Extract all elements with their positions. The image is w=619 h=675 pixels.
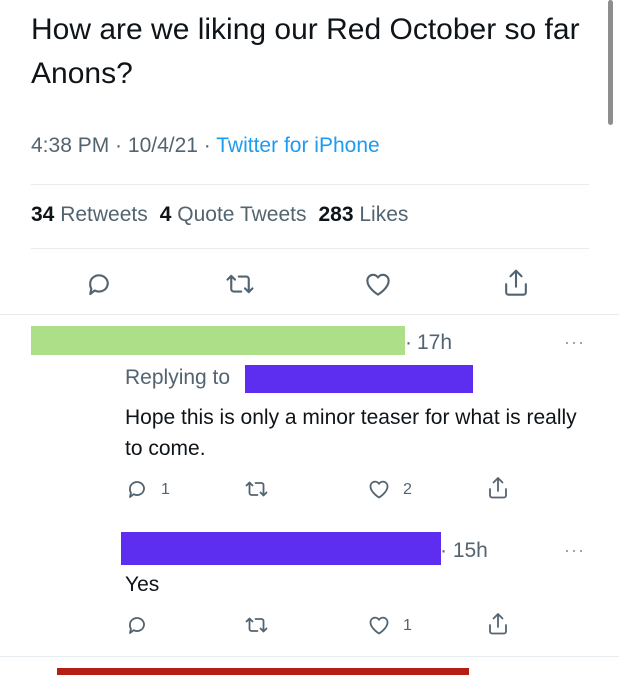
quotes-count: 4 <box>159 203 172 226</box>
reply-icon <box>125 477 149 501</box>
like-icon <box>366 613 392 637</box>
time-separator: · <box>405 331 412 354</box>
share-button[interactable] <box>501 267 531 299</box>
reply-timestamp: · 15h <box>440 539 488 562</box>
retweet-icon <box>223 269 257 299</box>
like-count: 2 <box>403 481 412 498</box>
retweet-button[interactable] <box>243 613 270 637</box>
tweet-date[interactable]: 10/4/21 <box>128 134 198 157</box>
reply-count: 1 <box>161 481 170 498</box>
likes-stat[interactable]: 283 Likes <box>318 203 408 226</box>
reply-time: · 17h <box>405 331 452 355</box>
like-button[interactable] <box>366 477 392 501</box>
tweet-meta: 4:38 PM · 10/4/21 · Twitter for iPhone <box>31 134 380 158</box>
replying-to-label: Replying to <box>125 366 231 389</box>
more-options-button[interactable]: ··· <box>564 540 585 561</box>
tweet-stats: 34 Retweets 4 Quote Tweets 283 Likes <box>31 203 408 227</box>
reply-text: Yes <box>125 573 160 596</box>
divider <box>0 656 619 657</box>
divider <box>31 184 589 185</box>
like-button[interactable] <box>362 269 394 299</box>
retweets-stat[interactable]: 34 Retweets <box>31 203 148 226</box>
share-button[interactable] <box>486 611 510 637</box>
like-icon <box>366 477 392 501</box>
like-icon <box>362 269 394 299</box>
retweets-label: Retweets <box>60 203 148 226</box>
tweet-source-link[interactable]: Twitter for iPhone <box>216 134 379 157</box>
more-icon: ··· <box>564 540 585 560</box>
meta-separator: · <box>109 134 128 157</box>
like-button[interactable] <box>366 613 392 637</box>
redacted-mention <box>245 365 473 393</box>
reply-icon <box>84 269 114 299</box>
share-icon <box>501 267 531 299</box>
quotes-label: Quote Tweets <box>177 203 307 226</box>
divider <box>0 314 619 315</box>
retweet-icon <box>243 613 270 637</box>
likes-label: Likes <box>359 203 409 226</box>
tweet-text: How are we liking our Red October so far… <box>31 13 580 90</box>
reply-button[interactable] <box>84 269 114 299</box>
retweets-count: 34 <box>31 203 55 226</box>
retweet-icon <box>243 477 270 501</box>
like-count: 1 <box>403 617 412 634</box>
meta-separator: · <box>197 134 217 157</box>
more-icon: ··· <box>564 332 585 352</box>
redacted-username <box>31 326 405 355</box>
reply-icon <box>125 613 149 637</box>
tweet-time[interactable]: 4:38 PM <box>31 134 109 157</box>
redacted-username <box>121 532 441 565</box>
reply-timestamp: 17h <box>417 331 453 354</box>
redacted-bar <box>57 668 469 675</box>
more-options-button[interactable]: ··· <box>564 332 585 353</box>
reply-text: Hope this is only a minor teaser for wha… <box>125 406 577 460</box>
retweet-button[interactable] <box>243 477 270 501</box>
retweet-button[interactable] <box>223 269 257 299</box>
divider <box>31 248 589 249</box>
scrollbar[interactable] <box>608 0 613 125</box>
share-icon <box>486 611 510 637</box>
share-button[interactable] <box>486 475 510 501</box>
reply-button[interactable] <box>125 477 149 501</box>
reply-button[interactable] <box>125 613 149 637</box>
likes-count: 283 <box>318 203 354 226</box>
quote-tweets-stat[interactable]: 4 Quote Tweets <box>160 203 307 226</box>
share-icon <box>486 475 510 501</box>
